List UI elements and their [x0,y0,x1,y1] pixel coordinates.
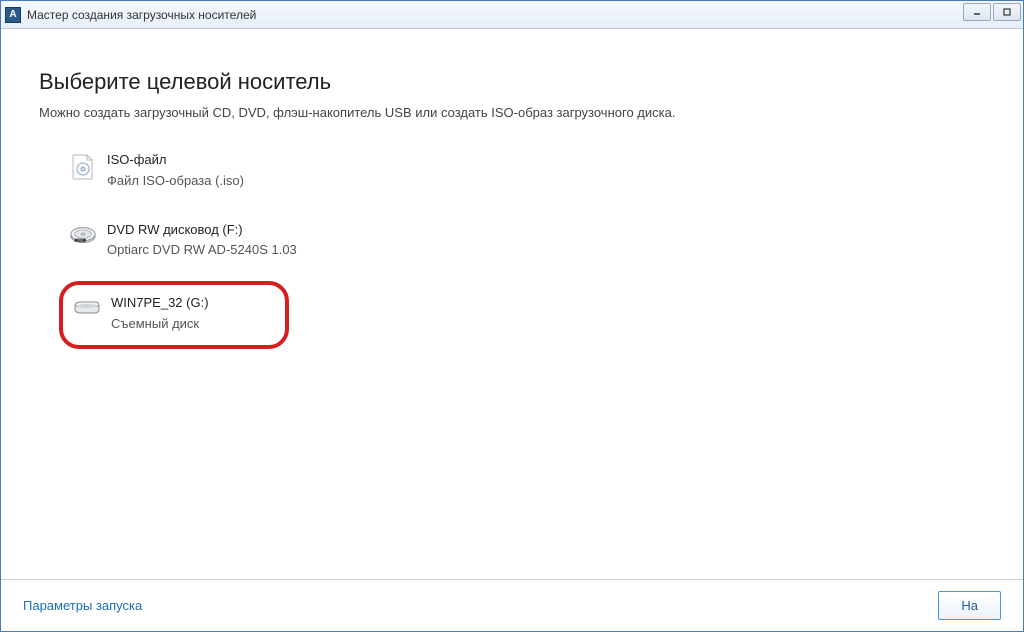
media-subtitle: Файл ISO-образа (.iso) [107,171,244,192]
titlebar: A Мастер создания загрузочных носителей [1,1,1023,29]
footer-bar: Параметры запуска На [1,579,1023,631]
media-title: WIN7PE_32 (G:) [111,293,209,314]
media-item-iso[interactable]: ISO-файл Файл ISO-образа (.iso) [59,142,985,200]
app-icon-letter: A [9,9,16,20]
startup-options-link[interactable]: Параметры запуска [23,598,142,613]
wizard-window: A Мастер создания загрузочных носителей … [0,0,1024,632]
window-controls [963,3,1021,21]
content-area: Выберите целевой носитель Можно создать … [1,29,1023,579]
dvd-drive-icon: DVD [69,224,97,248]
media-item-dvd[interactable]: DVD DVD RW дисковод (F:) Optiarc DVD RW … [59,212,985,270]
removable-disk-icon [73,297,101,315]
media-subtitle: Съемный диск [111,314,209,335]
media-item-text: WIN7PE_32 (G:) Съемный диск [111,293,209,335]
media-item-text: DVD RW дисковод (F:) Optiarc DVD RW AD-5… [107,220,297,262]
media-subtitle: Optiarc DVD RW AD-5240S 1.03 [107,240,297,261]
media-title: ISO-файл [107,150,244,171]
page-subheading: Можно создать загрузочный CD, DVD, флэш-… [39,105,985,120]
iso-file-icon [69,154,97,180]
media-item-removable[interactable]: WIN7PE_32 (G:) Съемный диск [59,281,289,349]
next-button[interactable]: На [938,591,1001,620]
media-item-text: ISO-файл Файл ISO-образа (.iso) [107,150,244,192]
svg-text:DVD: DVD [78,239,83,242]
window-title: Мастер создания загрузочных носителей [27,8,256,22]
page-heading: Выберите целевой носитель [39,69,985,95]
media-list: ISO-файл Файл ISO-образа (.iso) DVD [59,142,985,349]
media-title: DVD RW дисковод (F:) [107,220,297,241]
minimize-button[interactable] [963,3,991,21]
maximize-button[interactable] [993,3,1021,21]
app-icon: A [5,7,21,23]
